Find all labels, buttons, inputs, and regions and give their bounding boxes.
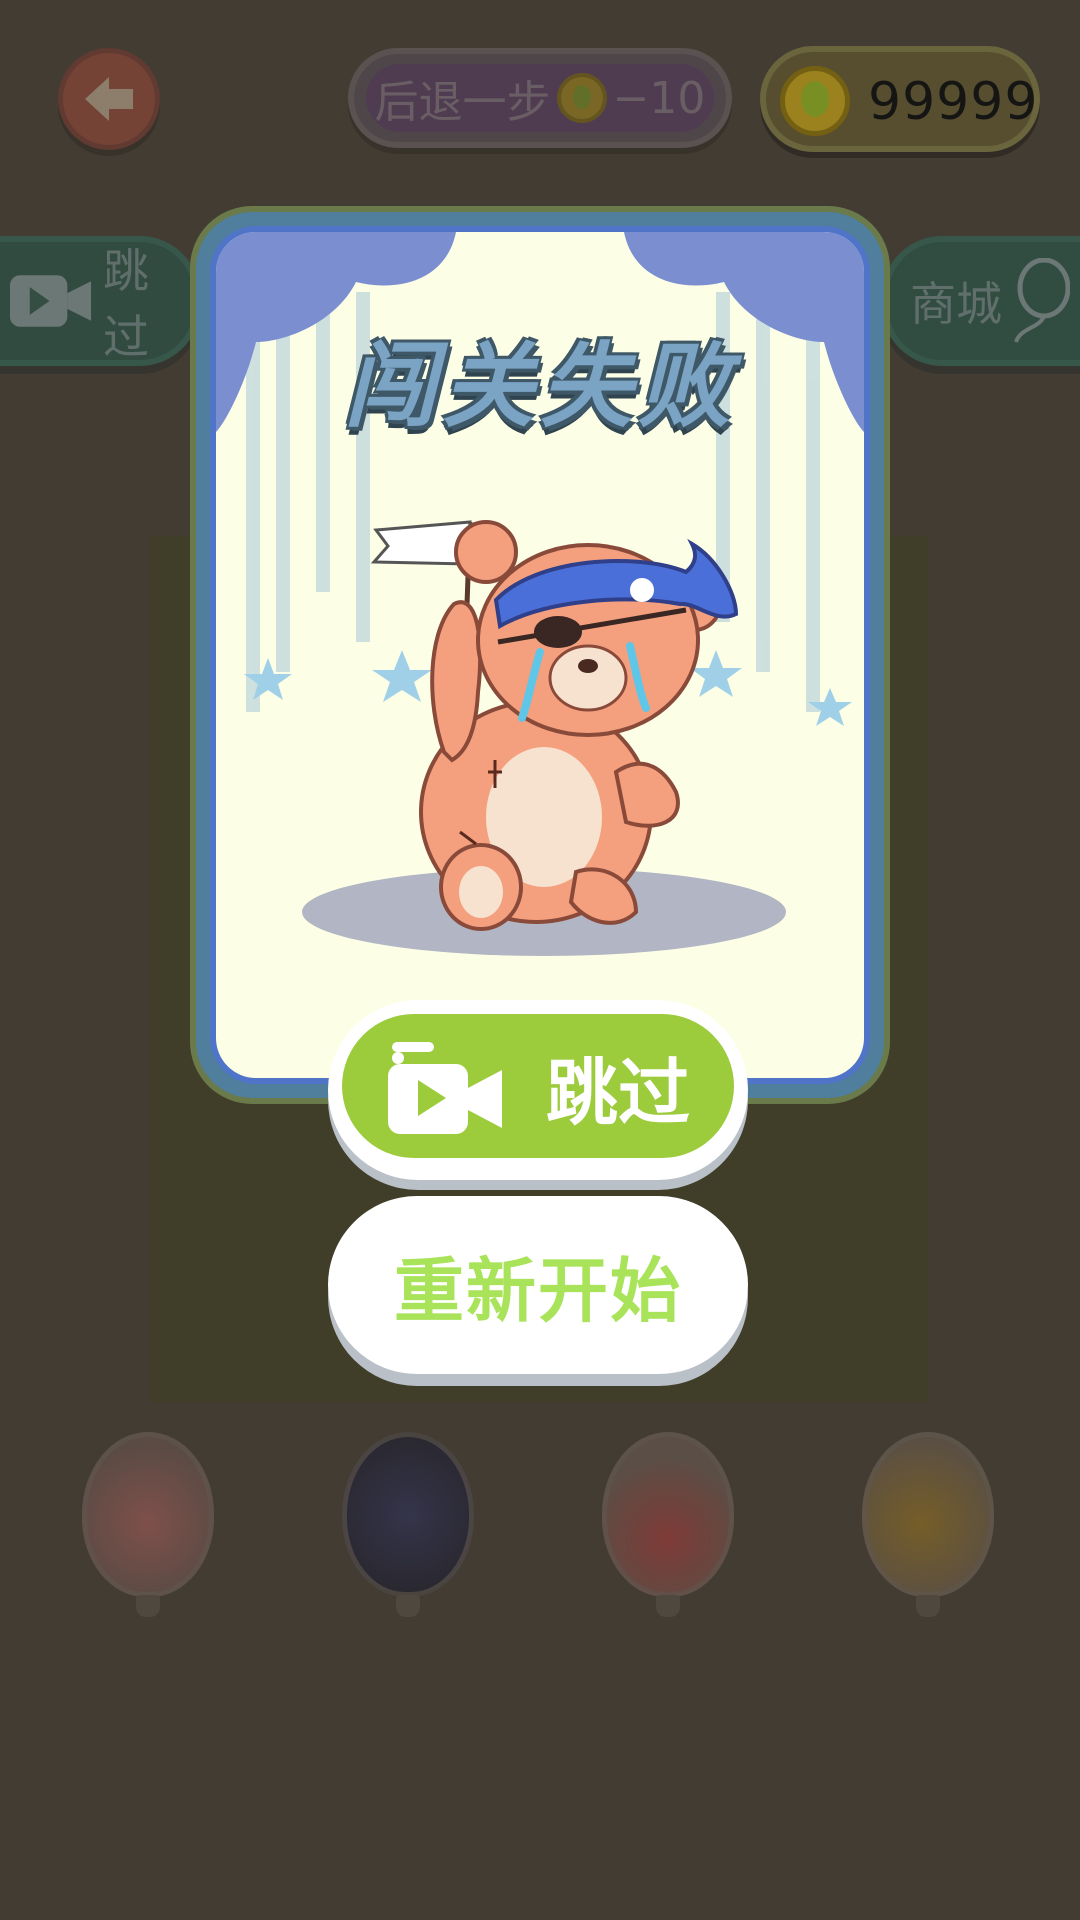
restart-label: 重新开始 (394, 1249, 682, 1332)
skip-video-button[interactable]: 跳过 (328, 1000, 748, 1180)
undo-label: 后退一步 (374, 77, 551, 128)
shop-label: 商城 (910, 277, 1002, 331)
coin-icon (780, 66, 850, 136)
balloon-starry[interactable] (342, 1432, 474, 1617)
coin-count: 99999 (868, 72, 1039, 132)
level-failed-dialog: 闯关失败 (196, 212, 884, 1098)
video-camera-icon (387, 1042, 502, 1134)
shop-button[interactable]: 商城 (882, 236, 1080, 366)
balloon-red-glitter[interactable] (82, 1432, 214, 1617)
dialog-card: 闯关失败 (210, 226, 870, 1084)
side-skip-button[interactable]: 跳过 (0, 236, 200, 366)
video-camera-icon (9, 275, 92, 327)
undo-cost: −10 (612, 72, 706, 124)
coin-balance: 99999 (760, 46, 1040, 152)
undo-button[interactable]: 后退一步 −10 (348, 48, 732, 148)
skip-label: 跳过 (545, 1050, 690, 1135)
balloon-icon (1014, 258, 1070, 343)
side-skip-label: 跳过 (103, 244, 150, 364)
back-button[interactable] (58, 48, 160, 150)
coin-icon (556, 73, 607, 123)
balloon-hearts[interactable] (602, 1432, 734, 1617)
balloon-giraffe[interactable] (862, 1432, 994, 1617)
restart-button[interactable]: 重新开始 (328, 1196, 748, 1374)
dialog-title: 闯关失败 (343, 333, 736, 440)
back-arrow-icon (85, 77, 133, 121)
